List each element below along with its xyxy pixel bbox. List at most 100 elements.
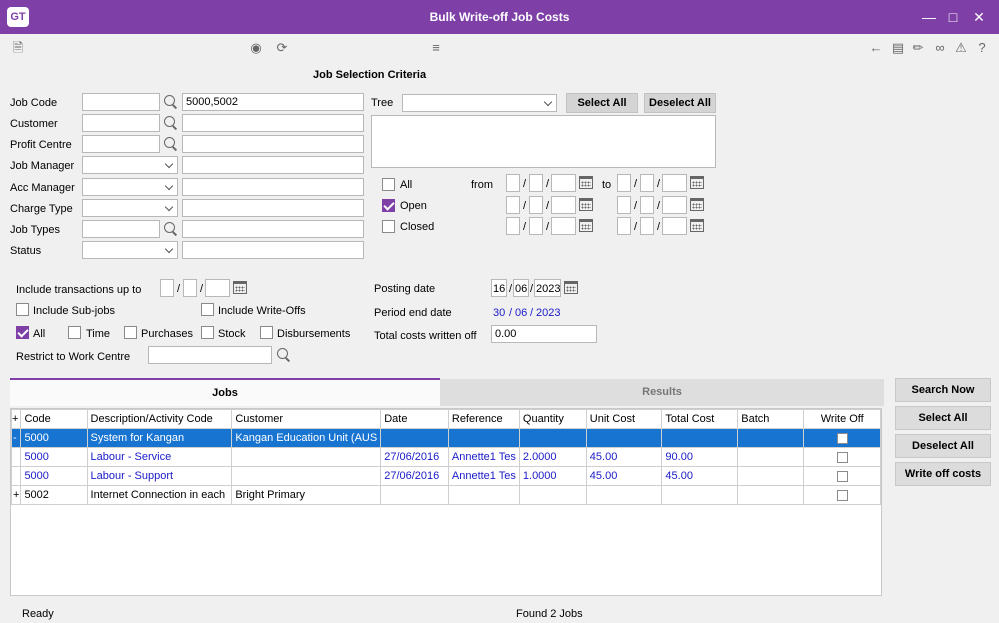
- row-expander[interactable]: -: [10, 428, 22, 448]
- all-to-month[interactable]: [640, 174, 654, 192]
- open-from-month[interactable]: [529, 196, 543, 214]
- write-off-checkbox[interactable]: [836, 489, 848, 501]
- customer-name-field[interactable]: [182, 114, 364, 132]
- calendar-icon[interactable]: [690, 219, 704, 232]
- job-types-input[interactable]: [82, 220, 160, 238]
- open-from-year[interactable]: [551, 196, 576, 214]
- open-to-year[interactable]: [662, 196, 687, 214]
- charge-type-name-field[interactable]: [182, 199, 364, 217]
- include-day[interactable]: [160, 279, 174, 297]
- closed-jobs-checkbox[interactable]: [382, 220, 395, 233]
- include-subjobs-checkbox[interactable]: [16, 303, 29, 316]
- notes-icon[interactable]: ▤: [890, 40, 906, 56]
- job-code-search-icon[interactable]: [163, 94, 179, 110]
- search-now-button[interactable]: Search Now: [895, 378, 991, 402]
- attach-icon[interactable]: ✏: [910, 40, 926, 56]
- profit-centre-input[interactable]: [82, 135, 160, 153]
- job-manager-name-field[interactable]: [182, 156, 364, 174]
- job-types-name-field[interactable]: [182, 220, 364, 238]
- closed-from-month[interactable]: [529, 217, 543, 235]
- col-unit-cost[interactable]: Unit Cost: [585, 409, 663, 429]
- alert-icon[interactable]: ⚠: [953, 40, 969, 56]
- tree-select[interactable]: [402, 94, 557, 112]
- col-reference[interactable]: Reference: [447, 409, 520, 429]
- binoculars-icon[interactable]: ◉: [248, 40, 264, 56]
- charge-type-select[interactable]: [82, 199, 178, 217]
- profit-centre-search-icon[interactable]: [163, 136, 179, 152]
- all-from-month[interactable]: [529, 174, 543, 192]
- work-centre-input[interactable]: [148, 346, 272, 364]
- disbursements-checkbox[interactable]: [260, 326, 273, 339]
- back-icon[interactable]: ←: [868, 40, 884, 56]
- table-row[interactable]: - 5000 System for Kangan Kangan Educatio…: [10, 428, 881, 448]
- col-batch[interactable]: Batch: [737, 409, 805, 429]
- acc-manager-select[interactable]: [82, 178, 178, 196]
- tab-results[interactable]: Results: [440, 379, 884, 406]
- closed-to-month[interactable]: [640, 217, 654, 235]
- all-to-year[interactable]: [662, 174, 687, 192]
- work-centre-search-icon[interactable]: [276, 347, 292, 363]
- col-write-off[interactable]: Write Off: [803, 409, 881, 429]
- col-date[interactable]: Date: [380, 409, 449, 429]
- all-from-year[interactable]: [551, 174, 576, 192]
- write-off-checkbox[interactable]: [836, 470, 848, 482]
- type-all-checkbox[interactable]: [16, 326, 29, 339]
- calendar-icon[interactable]: [690, 176, 704, 189]
- include-writeoffs-checkbox[interactable]: [201, 303, 214, 316]
- col-total-cost[interactable]: Total Cost: [661, 409, 739, 429]
- total-costs-field[interactable]: 0.00: [491, 325, 597, 343]
- status-select[interactable]: [82, 241, 178, 259]
- new-document-icon[interactable]: 🗎: [10, 40, 26, 56]
- col-quantity[interactable]: Quantity: [518, 409, 587, 429]
- calendar-icon[interactable]: [579, 219, 593, 232]
- job-code-value-field[interactable]: 5000,5002: [182, 93, 364, 111]
- maximize-icon[interactable]: □: [942, 6, 964, 28]
- calendar-icon[interactable]: [579, 198, 593, 211]
- include-year[interactable]: [205, 279, 230, 297]
- tree-select-all-button[interactable]: Select All: [566, 93, 638, 113]
- tab-jobs[interactable]: Jobs: [10, 378, 440, 406]
- table-row[interactable]: 5000 Labour - Support 27/06/2016 Annette…: [10, 466, 881, 486]
- write-off-costs-button[interactable]: Write off costs: [895, 462, 991, 486]
- col-code[interactable]: Code: [20, 409, 88, 429]
- all-from-day[interactable]: [506, 174, 520, 192]
- job-manager-select[interactable]: [82, 156, 178, 174]
- tree-list[interactable]: [371, 115, 716, 168]
- closed-to-day[interactable]: [617, 217, 631, 235]
- open-to-day[interactable]: [617, 196, 631, 214]
- customer-input[interactable]: [82, 114, 160, 132]
- open-jobs-checkbox[interactable]: [382, 199, 395, 212]
- calendar-icon[interactable]: [233, 281, 247, 294]
- customer-search-icon[interactable]: [163, 115, 179, 131]
- col-description[interactable]: Description/Activity Code: [86, 409, 233, 429]
- table-row[interactable]: 5000 Labour - Service 27/06/2016 Annette…: [10, 447, 881, 467]
- stock-checkbox[interactable]: [201, 326, 214, 339]
- write-off-checkbox[interactable]: [836, 451, 848, 463]
- status-name-field[interactable]: [182, 241, 364, 259]
- close-icon[interactable]: ✕: [968, 6, 990, 28]
- closed-to-year[interactable]: [662, 217, 687, 235]
- tree-deselect-all-button[interactable]: Deselect All: [644, 93, 716, 113]
- write-off-checkbox[interactable]: [836, 432, 848, 444]
- closed-from-day[interactable]: [506, 217, 520, 235]
- link-icon[interactable]: ∞: [932, 40, 948, 56]
- job-code-input[interactable]: [82, 93, 160, 111]
- stack-icon[interactable]: ≡: [428, 40, 444, 56]
- calendar-icon[interactable]: [579, 176, 593, 189]
- table-row[interactable]: + 5002 Internet Connection in each Brigh…: [10, 485, 881, 505]
- closed-from-year[interactable]: [551, 217, 576, 235]
- profit-centre-name-field[interactable]: [182, 135, 364, 153]
- open-from-day[interactable]: [506, 196, 520, 214]
- refresh-icon[interactable]: ⟳: [274, 40, 290, 56]
- col-customer[interactable]: Customer: [231, 409, 382, 429]
- purchases-checkbox[interactable]: [124, 326, 137, 339]
- open-to-month[interactable]: [640, 196, 654, 214]
- select-all-button[interactable]: Select All: [895, 406, 991, 430]
- acc-manager-name-field[interactable]: [182, 178, 364, 196]
- time-checkbox[interactable]: [68, 326, 81, 339]
- deselect-all-button[interactable]: Deselect All: [895, 434, 991, 458]
- jobs-grid[interactable]: + Code Description/Activity Code Custome…: [10, 408, 882, 596]
- job-types-search-icon[interactable]: [163, 221, 179, 237]
- all-jobs-checkbox[interactable]: [382, 178, 395, 191]
- help-icon[interactable]: ?: [974, 40, 990, 56]
